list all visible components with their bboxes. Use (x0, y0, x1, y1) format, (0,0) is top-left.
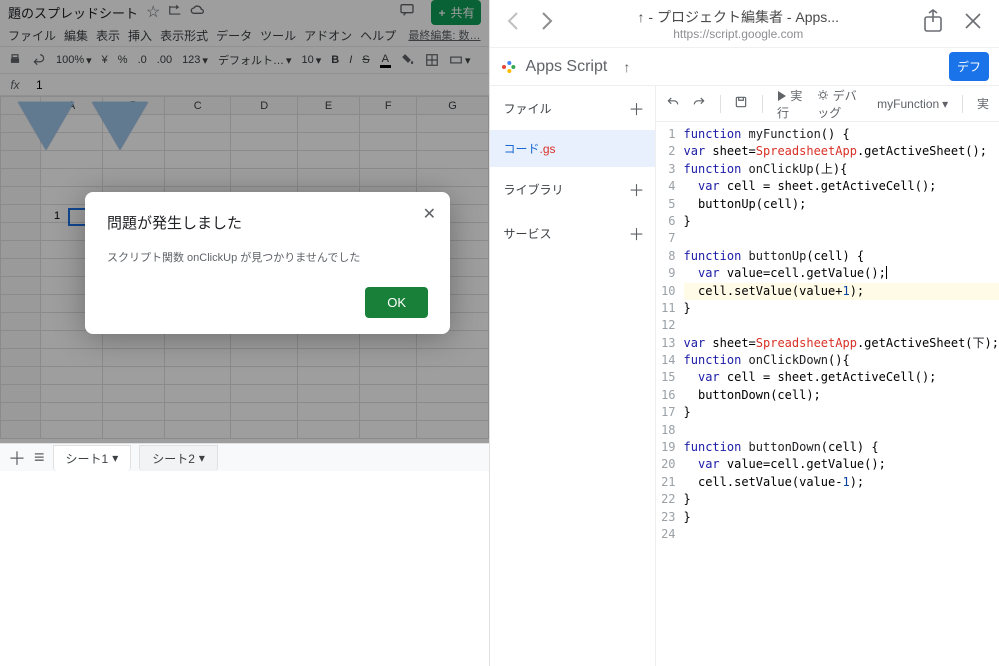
font-size-dropdown[interactable]: 10 ▾ (301, 54, 321, 67)
back-icon[interactable] (506, 11, 520, 36)
strike-icon[interactable]: S (362, 54, 369, 66)
move-icon[interactable] (168, 3, 182, 22)
deploy-button[interactable]: デフ (949, 52, 989, 81)
formula-value[interactable]: 1 (30, 78, 43, 92)
currency-format[interactable]: ¥ (102, 54, 108, 66)
number-format-dropdown[interactable]: 123 ▾ (182, 54, 208, 67)
script-sidebar: ファイル ＋ コード.gs ライブラリ ＋ サービス ＋ (490, 86, 656, 666)
safari-close-icon[interactable] (963, 11, 983, 36)
debug-button[interactable]: デバッグ (817, 87, 865, 121)
menu-data[interactable]: データ (216, 27, 252, 44)
sheets-header: 題のスプレッドシート ☆ 共有 (0, 0, 489, 24)
code-lines[interactable]: function myFunction() {var sheet=Spreads… (684, 126, 999, 666)
google-sheets-pane: 題のスプレッドシート ☆ 共有 ファイル 編集 表示 挿入 表示形式 データ ツ… (0, 0, 489, 666)
menu-view[interactable]: 表示 (96, 27, 120, 44)
files-section: ファイル ＋ (490, 86, 655, 130)
modal-message: スクリプト関数 onClickUp が見つかりませんでした (107, 249, 428, 265)
up-arrow-icon[interactable]: ↑ (623, 59, 630, 75)
sheets-menubar: ファイル 編集 表示 挿入 表示形式 データ ツール アドオン ヘルプ 最終編集… (0, 24, 489, 46)
menu-edit[interactable]: 編集 (64, 27, 88, 44)
apps-script-pane: ↑ - プロジェクト編集者 - Apps... https://script.g… (489, 0, 999, 666)
execution-log[interactable]: 実 (977, 95, 989, 112)
menu-addons[interactable]: アドオン (304, 27, 352, 44)
col-F[interactable]: F (359, 97, 416, 115)
undo-icon[interactable] (32, 53, 46, 67)
decrease-decimal[interactable]: .0 (138, 54, 147, 66)
zoom-dropdown[interactable]: 100% ▾ (56, 54, 92, 67)
menu-help[interactable]: ヘルプ (360, 27, 396, 44)
run-button[interactable]: 実行 (777, 87, 805, 121)
print-icon[interactable] (8, 53, 22, 67)
safari-navbar: ↑ - プロジェクト編集者 - Apps... https://script.g… (490, 0, 999, 48)
fx-label: fx (0, 78, 30, 92)
menu-file[interactable]: ファイル (8, 27, 56, 44)
percent-format[interactable]: % (118, 54, 128, 66)
fill-color-icon[interactable] (401, 53, 415, 67)
menu-tools[interactable]: ツール (260, 27, 296, 44)
menu-insert[interactable]: 挿入 (128, 27, 152, 44)
col-C[interactable]: C (164, 97, 231, 115)
increase-decimal[interactable]: .00 (157, 54, 172, 66)
add-sheet-icon[interactable]: ＋ (8, 445, 26, 471)
text-color-icon[interactable]: A (380, 53, 391, 68)
code-area[interactable]: 123456789101112131415161718192021222324 … (656, 122, 999, 666)
page-url: https://script.google.com (574, 27, 903, 41)
merge-icon[interactable]: ▾ (449, 53, 471, 67)
line-gutter: 123456789101112131415161718192021222324 (656, 126, 684, 666)
modal-title: 問題が発生しました (107, 212, 428, 233)
services-section[interactable]: サービス ＋ (490, 211, 655, 255)
bold-icon[interactable]: B (331, 54, 339, 66)
file-item-code[interactable]: コード.gs (490, 130, 655, 167)
sheet-tab-1[interactable]: シート1 ▾ (53, 445, 132, 471)
page-title: ↑ - プロジェクト編集者 - Apps... (574, 7, 903, 27)
app-name: Apps Script (526, 58, 608, 76)
et-undo-icon[interactable] (666, 95, 680, 112)
error-modal: ✕ 問題が発生しました スクリプト関数 onClickUp が見つかりませんでし… (85, 192, 450, 334)
share-button[interactable]: 共有 (431, 0, 480, 25)
selected-cell-value: 1 (54, 210, 60, 222)
sheet-tabs: ＋ ≡ シート1 ▾ シート2 ▾ (0, 443, 489, 471)
triangle-up-shape[interactable] (18, 102, 74, 150)
formula-bar: fx 1 (0, 74, 489, 96)
col-D[interactable]: D (231, 97, 298, 115)
add-file-icon[interactable]: ＋ (629, 96, 645, 120)
et-redo-icon[interactable] (692, 95, 706, 112)
comments-icon[interactable] (399, 2, 415, 23)
italic-icon[interactable]: I (349, 54, 352, 66)
apps-script-topbar: Apps Script ↑ デフ (490, 48, 999, 86)
add-service-icon[interactable]: ＋ (629, 221, 645, 245)
close-icon[interactable]: ✕ (423, 204, 436, 224)
files-label: ファイル (504, 100, 552, 117)
save-icon[interactable] (734, 95, 748, 112)
cloud-icon[interactable] (190, 3, 206, 21)
ok-button[interactable]: OK (365, 287, 428, 318)
col-G[interactable]: G (417, 97, 488, 115)
doc-title[interactable]: 題のスプレッドシート (8, 3, 138, 22)
borders-icon[interactable] (425, 53, 439, 67)
apps-script-logo-icon (500, 59, 516, 75)
menu-format[interactable]: 表示形式 (160, 27, 208, 44)
last-edit-info[interactable]: 最終編集: 数… (408, 27, 480, 43)
safari-share-icon[interactable] (923, 9, 943, 38)
star-icon[interactable]: ☆ (146, 2, 160, 22)
drawing-shapes (48, 102, 148, 150)
all-sheets-icon[interactable]: ≡ (34, 447, 45, 468)
libraries-section[interactable]: ライブラリ ＋ (490, 167, 655, 211)
font-dropdown[interactable]: デフォルト… ▾ (218, 52, 292, 68)
forward-icon[interactable] (540, 11, 554, 36)
sheets-toolbar: 100% ▾ ¥ % .0 .00 123 ▾ デフォルト… ▾ 10 ▾ B … (0, 46, 489, 74)
add-library-icon[interactable]: ＋ (629, 177, 645, 201)
code-editor: 実行 デバッグ myFunction ▾ 実 12345678910111213… (656, 86, 999, 666)
function-select[interactable]: myFunction ▾ (877, 97, 948, 111)
editor-toolbar: 実行 デバッグ myFunction ▾ 実 (656, 86, 999, 122)
triangle-down-shape[interactable] (92, 102, 148, 150)
col-E[interactable]: E (298, 97, 360, 115)
sheet-tab-2[interactable]: シート2 ▾ (139, 445, 218, 471)
